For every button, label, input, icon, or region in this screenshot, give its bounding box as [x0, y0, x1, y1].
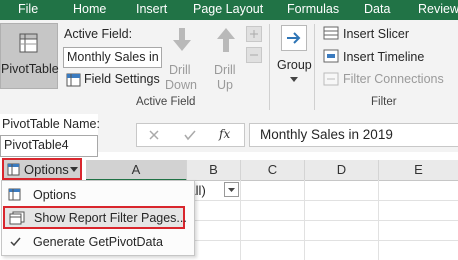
drill-down-label-1[interactable]: Drill [169, 63, 191, 77]
options-icon [8, 188, 21, 201]
ribbon-tab-bar: File Home Insert Page Layout Formulas Da… [0, 0, 458, 20]
filter-dropdown-button[interactable] [224, 182, 239, 197]
tab-formulas[interactable]: Formulas [287, 0, 339, 20]
column-header-b[interactable]: B [187, 160, 241, 181]
column-header-e[interactable]: E [379, 160, 458, 181]
collapse-icon [250, 54, 258, 56]
dropdown-arrow-icon [228, 188, 235, 192]
tab-file[interactable]: File [18, 0, 38, 20]
insert-function-button[interactable]: fx [219, 127, 230, 141]
tab-page-layout[interactable]: Page Layout [193, 0, 263, 20]
tab-review[interactable]: Review [418, 0, 458, 20]
column-header-a[interactable]: A [86, 160, 187, 181]
options-label: Options [24, 162, 69, 177]
chevron-down-icon [70, 167, 78, 172]
pivottable-icon [19, 33, 38, 53]
report-filter-pages-icon [9, 211, 25, 225]
group-label[interactable]: Group [277, 58, 312, 72]
drill-up-label-1[interactable]: Drill [214, 63, 236, 77]
filter-connections-button[interactable]: Filter Connections [343, 72, 444, 86]
pivottable-name-panel: PivotTable Name: PivotTable4 [0, 114, 100, 158]
pivottable-name-value: PivotTable4 [4, 138, 69, 152]
formula-input[interactable]: Monthly Sales in 2019 [249, 123, 458, 147]
menu-item-options-label: Options [33, 188, 77, 202]
row-gridline [187, 200, 458, 201]
menu-item-generate-getpivotdata-label: Generate GetPivotData [33, 235, 163, 249]
pivottable-name-label: PivotTable Name: [2, 117, 100, 131]
drill-down-icon [173, 28, 191, 51]
menu-item-show-report-filter-pages[interactable]: Show Report Filter Pages... [3, 206, 187, 229]
drill-up-icon [217, 28, 235, 52]
group-button[interactable] [281, 25, 307, 51]
row-gridline [187, 240, 458, 241]
enter-check-icon[interactable] [183, 129, 197, 141]
formula-value: Monthly Sales in 2019 [260, 127, 393, 142]
field-settings-icon [66, 73, 81, 87]
pivottable-label: PivotTable [1, 62, 59, 76]
active-field-group-label: Active Field [136, 96, 196, 108]
filter-group-label: Filter [371, 96, 397, 108]
options-dropdown-menu: Options Show Report Filter Pages... Gene… [1, 180, 195, 256]
formula-buttons: fx [136, 123, 245, 147]
column-header-d[interactable]: D [305, 160, 379, 181]
tab-home[interactable]: Home [73, 0, 106, 20]
expand-icon [250, 30, 258, 38]
timeline-icon [323, 49, 339, 63]
col-gridline [240, 180, 241, 260]
tab-data[interactable]: Data [364, 0, 390, 20]
pivottable-name-input[interactable]: PivotTable4 [0, 135, 98, 157]
col-gridline [378, 180, 379, 260]
arrow-right-icon [287, 32, 301, 44]
expand-field-button[interactable] [246, 26, 262, 42]
ribbon-separator [314, 24, 315, 110]
options-icon [7, 163, 20, 176]
drill-up-label-2[interactable]: Up [217, 78, 233, 92]
options-button[interactable]: Options [2, 158, 82, 180]
active-field-value: Monthly Sales in 2 [67, 50, 159, 64]
row-gridline [187, 220, 458, 221]
col-gridline [304, 180, 305, 260]
cancel-icon[interactable] [148, 129, 160, 141]
insert-timeline-button[interactable]: Insert Timeline [343, 50, 424, 64]
drill-down-label-2[interactable]: Down [165, 78, 197, 92]
menu-item-generate-getpivotdata[interactable]: Generate GetPivotData [2, 231, 192, 253]
ribbon-separator [269, 24, 270, 110]
menu-item-options[interactable]: Options [2, 184, 192, 206]
insert-slicer-button[interactable]: Insert Slicer [343, 27, 409, 41]
slicer-icon [323, 26, 339, 40]
collapse-field-button[interactable] [246, 47, 262, 63]
column-header-c[interactable]: C [241, 160, 305, 181]
active-field-input[interactable]: Monthly Sales in 2 [63, 47, 162, 68]
pivottable-button[interactable]: PivotTable [0, 23, 59, 89]
menu-item-show-report-filter-pages-label: Show Report Filter Pages... [34, 211, 187, 225]
tab-insert[interactable]: Insert [136, 0, 167, 20]
field-settings-button[interactable]: Field Settings [84, 72, 160, 86]
ribbon: PivotTable Active Field: Monthly Sales i… [0, 20, 458, 115]
chevron-down-icon [290, 77, 298, 82]
filter-connections-icon [323, 72, 339, 86]
active-field-label: Active Field: [64, 27, 133, 41]
checkmark-icon [10, 237, 21, 247]
